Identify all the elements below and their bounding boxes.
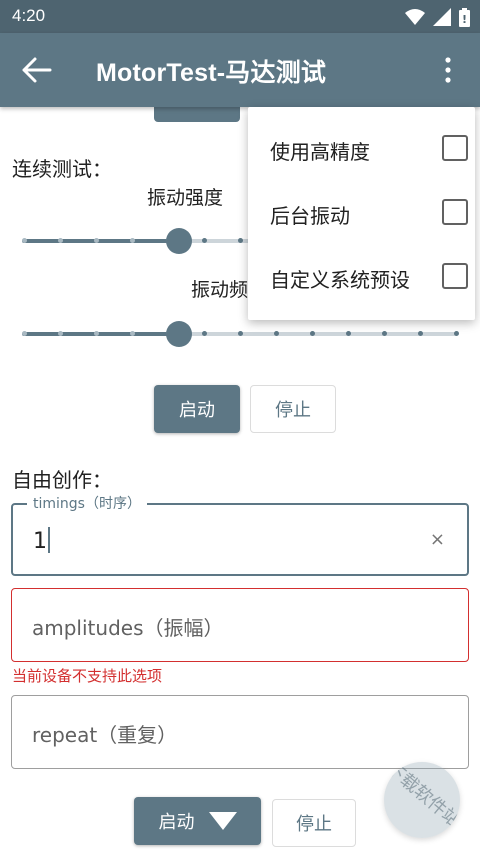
menu-item-label: 使用高精度 (270, 140, 370, 164)
slider-tick (274, 331, 279, 336)
menu-item-label: 自定义系统预设 (270, 268, 410, 292)
frequency-slider[interactable] (22, 319, 459, 349)
menu-item-custom-presets[interactable]: 自定义系统预设 (248, 246, 475, 310)
overflow-menu-button[interactable] (442, 55, 454, 85)
slider-tick (418, 331, 423, 336)
app-toolbar: MotorTest-马达测试 (0, 33, 480, 107)
frequency-label: 振动频 (191, 279, 249, 301)
slider-tick (130, 331, 135, 336)
timings-input-value[interactable]: 1 (33, 527, 50, 554)
timings-field[interactable]: timings（时序） 1 × (11, 493, 469, 576)
intensity-label: 振动强度 (147, 187, 224, 209)
slider-tick (382, 331, 387, 336)
menu-item-high-precision[interactable]: 使用高精度 (248, 118, 475, 182)
menu-item-background-vibration[interactable]: 后台振动 (248, 182, 475, 246)
slider-tick (58, 238, 63, 243)
back-arrow-icon (22, 57, 52, 83)
app-title: MotorTest-马达测试 (96, 59, 327, 87)
continuous-start-button[interactable]: 启动 (154, 385, 240, 433)
svg-text:!: ! (462, 13, 467, 26)
timings-value-text: 1 (33, 529, 47, 554)
slider-tick (238, 331, 243, 336)
amplitudes-error-text: 当前设备不支持此选项 (12, 667, 163, 685)
continuous-test-label: 连续测试： (12, 157, 112, 181)
repeat-placeholder: repeat（重复） (32, 723, 178, 747)
overflow-menu: 使用高精度 后台振动 自定义系统预设 (248, 107, 475, 320)
slider-tick (22, 331, 27, 336)
slider-tick (346, 331, 351, 336)
battery-icon: ! (459, 7, 470, 27)
slider-tick (310, 331, 315, 336)
wifi-icon (405, 9, 425, 25)
back-button[interactable] (20, 55, 54, 85)
status-time: 4:20 (12, 6, 46, 25)
slider-tick (94, 238, 99, 243)
checkbox[interactable] (442, 135, 468, 161)
free-stop-button[interactable]: 停止 (272, 799, 356, 847)
slider-tick (202, 238, 207, 243)
slider-tick (202, 331, 207, 336)
watermark-logo: 下载软件站 (384, 762, 460, 838)
slider-tick (58, 331, 63, 336)
hidden-tab-button[interactable] (154, 107, 240, 122)
menu-item-label: 后台振动 (270, 204, 350, 228)
free-start-label: 启动 (158, 812, 195, 833)
slider-fill (22, 332, 179, 336)
slider-tick (130, 238, 135, 243)
free-start-dropdown-button[interactable]: 启动 (134, 797, 261, 845)
amplitudes-field[interactable]: amplitudes（振幅） (11, 588, 469, 662)
more-vert-icon (445, 57, 451, 83)
slider-fill (22, 239, 179, 243)
checkbox[interactable] (442, 199, 468, 225)
signal-icon (433, 8, 451, 26)
status-icons: ! (405, 7, 470, 27)
clear-text-icon[interactable]: × (430, 529, 445, 550)
dropdown-triangle-icon (208, 812, 237, 830)
slider-thumb[interactable] (165, 228, 192, 254)
checkbox[interactable] (442, 263, 468, 289)
continuous-stop-button[interactable]: 停止 (250, 385, 336, 433)
free-creation-label: 自由创作： (12, 468, 112, 492)
status-bar: 4:20 ! (0, 0, 480, 33)
text-caret (48, 527, 50, 553)
slider-thumb[interactable] (165, 321, 192, 347)
timings-legend: timings（时序） (27, 493, 147, 513)
slider-tick (94, 331, 99, 336)
slider-tick (454, 331, 459, 336)
amplitudes-placeholder: amplitudes（振幅） (32, 616, 224, 640)
slider-tick (22, 238, 27, 243)
repeat-field[interactable]: repeat（重复） (11, 695, 469, 769)
watermark-text: 下载软件站 (384, 762, 460, 832)
slider-tick (238, 238, 243, 243)
